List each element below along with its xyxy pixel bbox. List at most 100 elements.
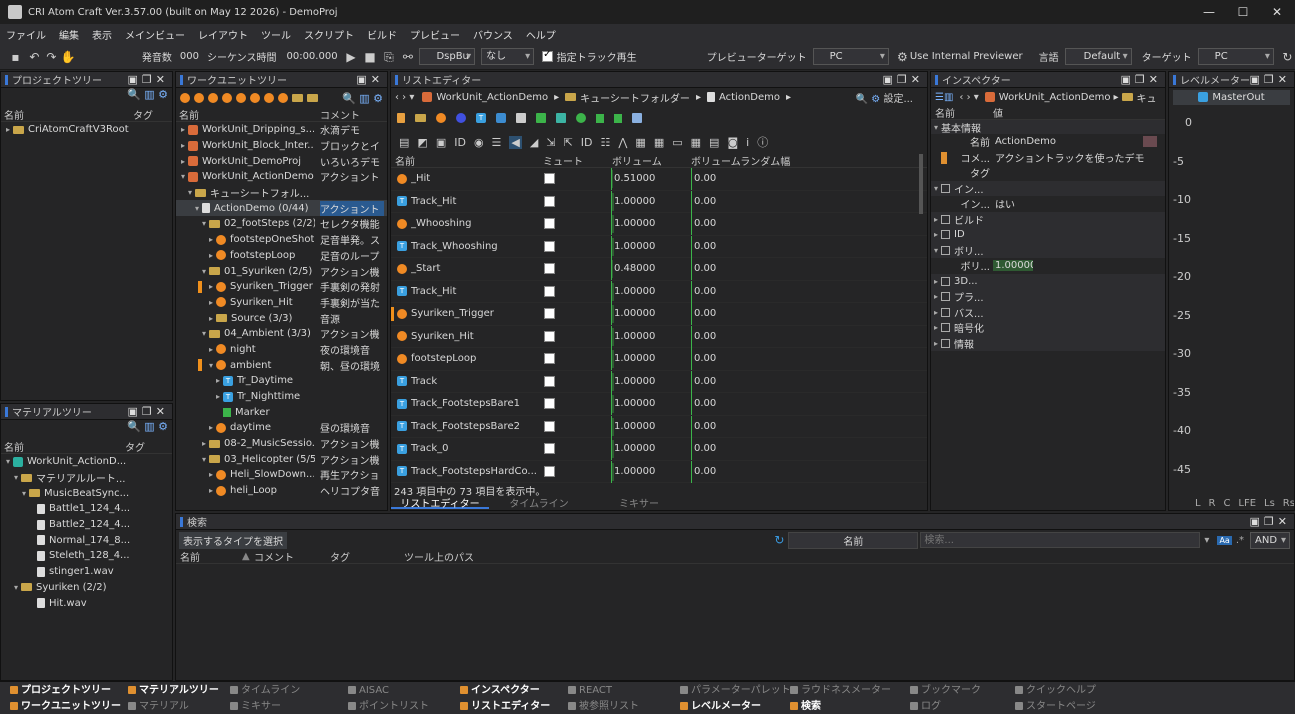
panel-buttons[interactable]: ▣✕ [356, 73, 384, 86]
volume-cell[interactable]: 0.51000 [611, 168, 691, 190]
nav-back-icon[interactable]: ‹ › ▾ [395, 92, 414, 103]
volrand-value[interactable]: 0.00 [691, 460, 716, 483]
regex-icon[interactable]: .* [1236, 535, 1244, 546]
volrand-value[interactable]: 0.00 [691, 168, 716, 190]
workunit-toolbar[interactable]: 🔍 ▥ ⚙ [176, 88, 387, 108]
menu-item[interactable]: 表示 [92, 27, 112, 42]
tab-timeline[interactable]: タイムライン [489, 495, 589, 510]
mute-checkbox[interactable] [544, 308, 555, 319]
refresh-icon[interactable]: ↻ [774, 533, 784, 547]
menu-item[interactable]: スクリプト [304, 27, 354, 42]
mute-checkbox[interactable] [544, 263, 555, 274]
volume-cell[interactable]: 1.00000 [611, 235, 691, 258]
property-value[interactable]: ActionDemo [993, 136, 1165, 147]
tree-item[interactable]: ▾ ambient 朝、昼の環境 [176, 357, 387, 373]
inspector-row[interactable]: イン... はい [931, 196, 1165, 212]
menu-item[interactable]: 編集 [59, 27, 79, 42]
undo-icon[interactable]: ↶ [27, 49, 42, 65]
menu-item[interactable]: ファイル [6, 27, 46, 42]
inspector-row[interactable]: 名前 ActionDemo [931, 134, 1165, 150]
menu-item[interactable]: ツール [261, 27, 291, 42]
language-combo[interactable]: Default [1064, 48, 1132, 65]
inspector-row[interactable]: ▸ 3D... [931, 273, 1165, 289]
none-combo[interactable]: なし [481, 48, 535, 65]
inspector-row[interactable]: ▸ ID [931, 227, 1165, 243]
volume-cell[interactable]: 1.00000 [611, 393, 691, 415]
panel-buttons[interactable]: ▣❐✕ [1250, 515, 1291, 528]
menu-item[interactable]: レイアウト [198, 27, 248, 42]
tree-item[interactable]: ▸ Syuriken_Hit 手裏剣が当た [176, 295, 387, 311]
logic-combo[interactable]: AND [1250, 531, 1290, 549]
tree-item[interactable]: ▾ MusicBeatSync... [1, 485, 172, 501]
tree-item[interactable]: ▸ footstepOneShot 足音単発。ス [176, 232, 387, 248]
panel-buttons[interactable]: ▣❐✕ [1250, 73, 1291, 86]
window-tab[interactable]: ポイントリスト [348, 699, 429, 714]
window-tab[interactable]: マテリアルツリー [128, 683, 219, 698]
mute-checkbox[interactable] [544, 420, 555, 432]
mute-checkbox[interactable] [544, 330, 555, 342]
window-tab[interactable]: パラメーターパレット [680, 683, 791, 698]
list-row[interactable]: T Track_FootstepsHardCo... 1.00000 0.00 [391, 460, 927, 483]
window-tab[interactable]: リストエディター [460, 699, 550, 714]
minimize-button[interactable]: — [1192, 0, 1226, 24]
refresh-icon[interactable]: ↻ [1280, 49, 1295, 65]
menu-item[interactable]: プレビュー [410, 27, 460, 42]
tab-list-editor[interactable]: リストエディター [391, 495, 489, 510]
inspector-row[interactable]: ▸ バス... [931, 304, 1165, 320]
case-icon[interactable]: Aa [1217, 535, 1232, 545]
save-icon[interactable]: ▪ [8, 49, 23, 65]
menu-item[interactable]: ビルド [367, 27, 397, 42]
inspector-row[interactable]: ▸ 暗号化 [931, 320, 1165, 336]
menu-item[interactable]: バウンス [473, 27, 513, 42]
mute-checkbox[interactable] [544, 353, 555, 364]
list-row[interactable]: T Track_FootstepsBare1 1.00000 0.00 [391, 393, 927, 416]
volume-cell[interactable]: 1.00000 [611, 325, 691, 348]
tree-item[interactable]: ▸ Syuriken_Trigger 手裏剣の発射 [176, 279, 387, 295]
volrand-value[interactable]: 0.00 [691, 348, 716, 370]
settings-button[interactable]: 🔍 ⚙ 設定... [856, 90, 913, 105]
list-row[interactable]: T Track_Hit 1.00000 0.00 [391, 280, 927, 303]
tree-item[interactable]: Steleth_128_4... [1, 548, 172, 564]
list-row[interactable]: _Whooshing 1.00000 0.00 [391, 213, 927, 236]
inspector-row[interactable]: コメ... アクショントラックを使ったデモ [931, 150, 1165, 166]
tree-item[interactable]: ▸ heli_Loop ヘリコプタ音 [176, 483, 387, 499]
tree-item[interactable]: Normal_174_8... [1, 532, 172, 548]
tree-item[interactable]: ▾ ActionDemo (0/44) アクショント [176, 200, 387, 217]
breadcrumb-folder[interactable]: キューシートフォルダー [580, 90, 690, 105]
volrand-value[interactable]: 0.00 [691, 438, 716, 460]
list-row[interactable]: T Track_Hit 1.00000 0.00 [391, 190, 927, 213]
tree-item[interactable]: ▸ 08-2_MusicSessio... アクション機 [176, 436, 387, 452]
tree-item[interactable]: ▾ Syuriken (2/2) [1, 580, 172, 596]
list-row[interactable]: Syuriken_Hit 1.00000 0.00 [391, 325, 927, 348]
tree-item[interactable]: ▸ WorkUnit_DemoProj いろいろデモ [176, 153, 387, 169]
tree-item[interactable]: Battle1_124_4... [1, 501, 172, 517]
select-type-button[interactable]: 表示するタイプを選択 [179, 531, 287, 549]
menu-item[interactable]: ヘルプ [526, 27, 556, 42]
internal-previewer-button[interactable]: Use Internal Previewer [910, 51, 1023, 62]
panel-buttons[interactable]: ▣❐✕ [128, 405, 169, 418]
volrand-value[interactable]: 0.00 [691, 280, 716, 303]
list-row[interactable]: Syuriken_Trigger 1.00000 0.00 [391, 303, 927, 326]
list-row[interactable]: _Start 0.48000 0.00 [391, 258, 927, 281]
window-tab[interactable]: クイックヘルプ [1015, 683, 1096, 698]
tree-item[interactable]: ▸ T Tr_Daytime [176, 373, 387, 389]
window-tab[interactable]: スタートページ [1015, 699, 1096, 714]
dsp-bus-combo[interactable]: DspBu [419, 48, 476, 65]
mute-checkbox[interactable] [544, 465, 555, 477]
search-input[interactable] [920, 532, 1201, 548]
inspector-row[interactable]: ▾ 基本情報 [931, 120, 1165, 134]
maximize-button[interactable]: ☐ [1226, 0, 1260, 24]
tree-item[interactable]: ▾ キューシートフォル... [176, 185, 387, 201]
volrand-value[interactable]: 0.00 [691, 190, 716, 213]
nav-arrows[interactable]: ‹ › ▾ [959, 92, 978, 103]
window-tab[interactable]: AISAC [348, 683, 389, 698]
tree-item[interactable]: ▸ WorkUnit_Dripping_s... 水滴デモ [176, 122, 387, 138]
list-row[interactable]: T Track_0 1.00000 0.00 [391, 438, 927, 461]
panel-buttons[interactable]: ▣❐✕ [128, 73, 169, 86]
volrand-value[interactable]: 0.00 [691, 325, 716, 348]
property-value[interactable]: はい [993, 196, 1165, 211]
play-icon[interactable]: ▶ [344, 49, 359, 65]
property-value[interactable]: 1.00000 [993, 260, 1033, 272]
breadcrumb-workunit[interactable]: WorkUnit_ActionDemo [436, 92, 548, 103]
list-row[interactable]: footstepLoop 1.00000 0.00 [391, 348, 927, 371]
